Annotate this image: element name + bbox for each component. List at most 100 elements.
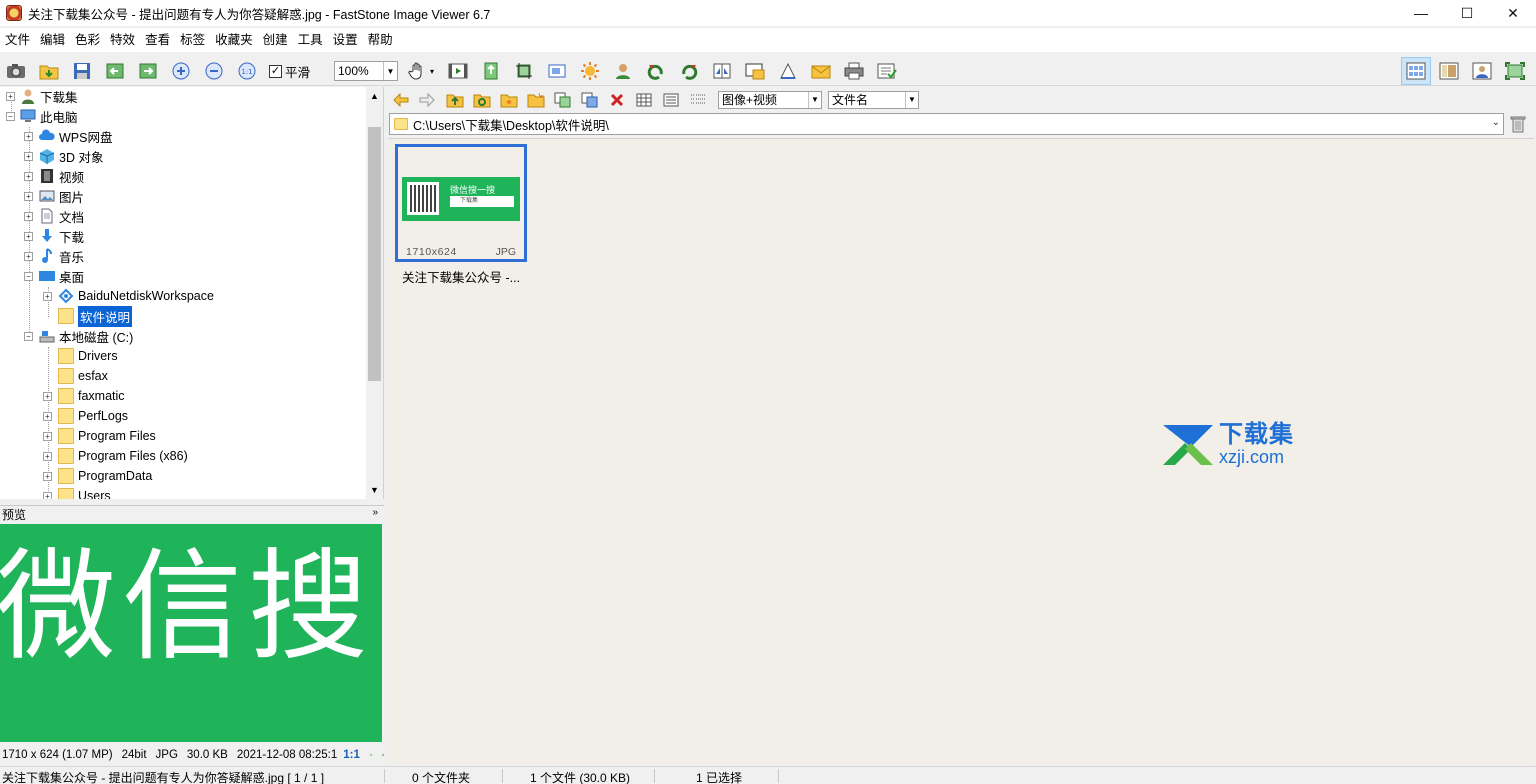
- slideshow-icon[interactable]: [446, 59, 470, 83]
- zoom-dropdown-icon[interactable]: ▼: [383, 62, 397, 80]
- menu-view[interactable]: 查看: [140, 28, 175, 52]
- delete-icon[interactable]: [607, 91, 627, 109]
- scroll-up-icon[interactable]: ▲: [370, 91, 379, 101]
- collapse-toggle[interactable]: −: [24, 332, 33, 341]
- expand-toggle[interactable]: +: [43, 292, 52, 301]
- menu-color[interactable]: 色彩: [70, 28, 105, 52]
- tree-scrollbar[interactable]: ▲ ▼: [366, 87, 383, 499]
- actual-size-button[interactable]: 1:1: [343, 749, 360, 761]
- rotate-right-icon[interactable]: [677, 59, 701, 83]
- open-folder-icon[interactable]: [37, 59, 61, 83]
- expand-toggle[interactable]: +: [24, 252, 33, 261]
- details-view-icon[interactable]: [688, 91, 708, 109]
- zoom-select[interactable]: 100% ▼: [334, 61, 398, 81]
- back-icon[interactable]: [391, 91, 411, 109]
- tree-item[interactable]: 文档: [39, 206, 84, 226]
- expand-toggle[interactable]: +: [24, 152, 33, 161]
- tree-item[interactable]: 桌面: [39, 266, 84, 286]
- menu-favorites[interactable]: 收藏夹: [210, 28, 258, 52]
- tree-item[interactable]: Program Files: [58, 426, 156, 446]
- collapse-preview-icon[interactable]: »: [372, 507, 378, 518]
- previous-image-icon[interactable]: [103, 59, 127, 83]
- tree-item[interactable]: 图片: [39, 186, 84, 206]
- expand-toggle[interactable]: +: [43, 472, 52, 481]
- expand-toggle[interactable]: +: [24, 212, 33, 221]
- zoom-in-icon[interactable]: [169, 59, 193, 83]
- menu-effects[interactable]: 特效: [105, 28, 140, 52]
- full-preview-icon[interactable]: [381, 748, 384, 762]
- tree-item[interactable]: 此电脑: [20, 106, 78, 126]
- new-folder-icon[interactable]: [526, 91, 546, 109]
- menu-help[interactable]: 帮助: [363, 28, 398, 52]
- tree-item[interactable]: Drivers: [58, 346, 118, 366]
- path-input[interactable]: C:\Users\下载集\Desktop\软件说明\ ⌄: [389, 113, 1504, 135]
- expand-toggle[interactable]: +: [43, 392, 52, 401]
- close-button[interactable]: ✕: [1490, 0, 1536, 26]
- forward-icon[interactable]: [417, 91, 437, 109]
- fullscreen-icon[interactable]: [1500, 57, 1530, 85]
- batch-icon[interactable]: [875, 59, 899, 83]
- expand-toggle[interactable]: +: [24, 132, 33, 141]
- menu-file[interactable]: 文件: [0, 28, 35, 52]
- expand-toggle[interactable]: +: [43, 492, 52, 499]
- image-view-icon[interactable]: [1467, 57, 1497, 85]
- tree-item[interactable]: PerfLogs: [58, 406, 128, 426]
- flip-icon[interactable]: [710, 59, 734, 83]
- sort-select[interactable]: 文件名 ▼: [828, 91, 919, 109]
- move-icon[interactable]: [580, 91, 600, 109]
- fit-icon[interactable]: [369, 748, 372, 762]
- actual-size-icon[interactable]: 1:1: [235, 59, 259, 83]
- tree-item[interactable]: 本地磁盘 (C:): [39, 326, 133, 346]
- tree-item[interactable]: ProgramData: [58, 466, 152, 486]
- crop-icon[interactable]: [512, 59, 536, 83]
- tree-item[interactable]: 下载: [39, 226, 84, 246]
- hand-dropdown-icon[interactable]: ▾: [430, 67, 434, 76]
- tree-item-selected[interactable]: 软件说明: [58, 305, 133, 327]
- hand-tool-icon[interactable]: ▾: [404, 59, 438, 83]
- copy-to-icon[interactable]: [479, 59, 503, 83]
- copy-icon[interactable]: [553, 91, 573, 109]
- tree-item[interactable]: Users: [58, 486, 111, 499]
- refresh-folder-icon[interactable]: [472, 91, 492, 109]
- list-view-icon[interactable]: [661, 91, 681, 109]
- zoom-out-icon[interactable]: [202, 59, 226, 83]
- tree-item[interactable]: faxmatic: [58, 386, 125, 406]
- tree-item[interactable]: 视频: [39, 166, 84, 186]
- save-icon[interactable]: [70, 59, 94, 83]
- menu-edit[interactable]: 编辑: [35, 28, 70, 52]
- favorite-folder-icon[interactable]: [499, 91, 519, 109]
- filmstrip-view-icon[interactable]: [1434, 57, 1464, 85]
- tree-item[interactable]: esfax: [58, 366, 108, 386]
- path-dropdown-icon[interactable]: ⌄: [1492, 117, 1500, 128]
- expand-toggle[interactable]: +: [43, 432, 52, 441]
- expand-toggle[interactable]: +: [24, 232, 33, 241]
- chevron-down-icon[interactable]: ▼: [808, 92, 821, 108]
- menu-tags[interactable]: 标签: [175, 28, 210, 52]
- rotate-left-icon[interactable]: [644, 59, 668, 83]
- thumbnail-grid-icon[interactable]: [634, 91, 654, 109]
- smooth-toggle[interactable]: ✓ 平滑: [269, 62, 310, 81]
- red-eye-icon[interactable]: [611, 59, 635, 83]
- email-icon[interactable]: [809, 59, 833, 83]
- expand-toggle[interactable]: +: [43, 452, 52, 461]
- up-folder-icon[interactable]: [445, 91, 465, 109]
- scrollbar-thumb[interactable]: [368, 127, 381, 381]
- expand-toggle[interactable]: +: [24, 172, 33, 181]
- tree-item[interactable]: WPS网盘: [39, 126, 112, 146]
- collapse-toggle[interactable]: −: [24, 272, 33, 281]
- scroll-down-icon[interactable]: ▼: [370, 485, 379, 495]
- tree-item[interactable]: 3D 对象: [39, 146, 103, 166]
- menu-settings[interactable]: 设置: [328, 28, 363, 52]
- print-icon[interactable]: [842, 59, 866, 83]
- screenshot-icon[interactable]: [743, 59, 767, 83]
- camera-icon[interactable]: [4, 59, 28, 83]
- recycle-bin-icon[interactable]: [1509, 115, 1527, 133]
- next-image-icon[interactable]: [136, 59, 160, 83]
- minimize-button[interactable]: —: [1398, 0, 1444, 26]
- thumbnail-area[interactable]: 微信搜一搜 下载集 1710x624 JPG 关注下载集公众号 -... 下载集…: [389, 138, 1534, 764]
- tree-item[interactable]: BaiduNetdiskWorkspace: [58, 286, 214, 306]
- expand-toggle[interactable]: +: [6, 92, 15, 101]
- preview-image[interactable]: 微信搜: [0, 524, 382, 742]
- menu-tools[interactable]: 工具: [293, 28, 328, 52]
- maximize-button[interactable]: ☐: [1444, 0, 1490, 26]
